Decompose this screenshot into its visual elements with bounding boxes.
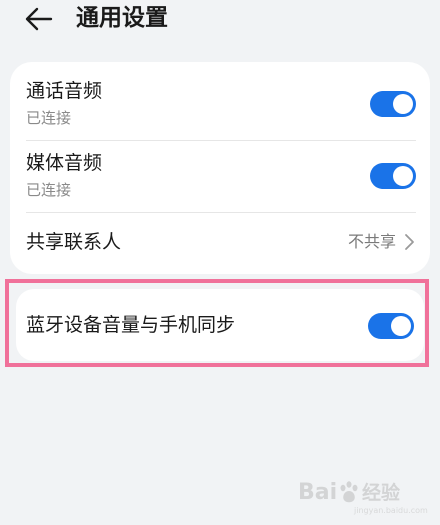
arrow-left-icon[interactable] (24, 6, 54, 32)
share-contacts-label: 共享联系人 (26, 231, 122, 253)
toggle-knob (393, 166, 413, 186)
media-audio-toggle[interactable] (370, 163, 416, 189)
watermark-brand-prefix: Bai (298, 480, 338, 505)
paw-icon (340, 481, 358, 503)
highlight-frame (5, 279, 429, 367)
toggle-knob (393, 94, 413, 114)
call-audio-label: 通话音频 (26, 80, 103, 102)
header: 通用设置 (0, 0, 440, 44)
chevron-right-icon (405, 234, 414, 250)
share-contacts-row[interactable]: 共享联系人 不共享 (10, 212, 430, 274)
media-audio-status: 已连接 (26, 181, 72, 199)
page-title: 通用设置 (76, 5, 168, 31)
watermark-url: jingyan.baidu.com (354, 506, 428, 515)
watermark-brand-suffix: 经验 (362, 482, 401, 504)
call-audio-row[interactable]: 通话音频 已连接 (10, 62, 430, 134)
media-audio-row[interactable]: 媒体音频 已连接 (10, 140, 430, 212)
share-contacts-value: 不共享 (347, 232, 396, 251)
settings-card: 通话音频 已连接 媒体音频 已连接 共享联系人 不共享 (10, 62, 430, 274)
media-audio-label: 媒体音频 (26, 152, 103, 174)
call-audio-status: 已连接 (26, 109, 72, 127)
baidu-watermark: Bai 经验 jingyan.baidu.com (298, 476, 428, 515)
call-audio-toggle[interactable] (370, 91, 416, 117)
